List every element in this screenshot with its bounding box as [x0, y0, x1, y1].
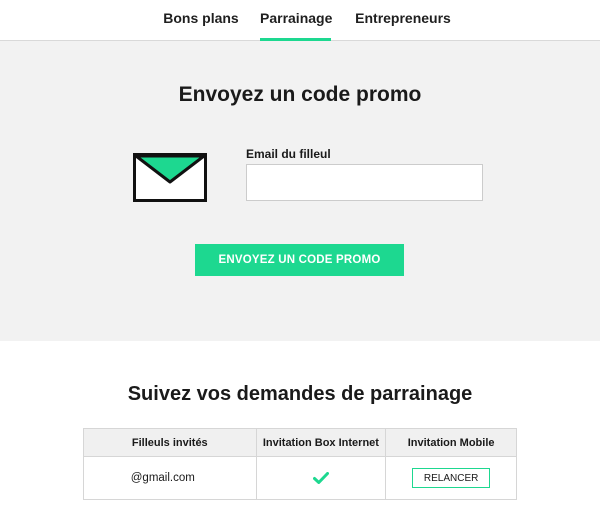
table-row: @gmail.com RELANCER: [83, 456, 517, 500]
tracking-title: Suivez vos demandes de parrainage: [127, 383, 473, 405]
send-promo-code-button[interactable]: ENVOYEZ UN CODE PROMO: [195, 244, 404, 276]
column-header-box-internet: Invitation Box Internet: [255, 428, 387, 457]
nav-tabs: Bons plans Parrainage Entrepreneurs: [0, 0, 600, 41]
tab-bons-plans[interactable]: Bons plans: [160, 0, 242, 41]
column-header-filleuls: Filleuls invités: [83, 428, 257, 457]
mobile-status: RELANCER: [385, 456, 517, 500]
referral-email: @gmail.com: [83, 456, 257, 500]
table-header-row: Filleuls invités Invitation Box Internet…: [83, 428, 517, 457]
check-icon: [312, 471, 329, 484]
promo-section: Envoyez un code promo Email du filleul E…: [0, 41, 600, 341]
email-field-label: Email du filleul: [246, 147, 331, 161]
relancer-button[interactable]: RELANCER: [412, 468, 491, 488]
box-internet-status: [255, 456, 387, 500]
promo-title: Envoyez un code promo: [178, 83, 422, 106]
email-field[interactable]: [246, 164, 483, 201]
tab-parrainage[interactable]: Parrainage: [260, 0, 332, 41]
referrals-table: Filleuls invités Invitation Box Internet…: [83, 428, 517, 500]
envelope-icon: [133, 153, 207, 202]
tab-entrepreneurs[interactable]: Entrepreneurs: [352, 0, 454, 41]
column-header-mobile: Invitation Mobile: [385, 428, 517, 457]
